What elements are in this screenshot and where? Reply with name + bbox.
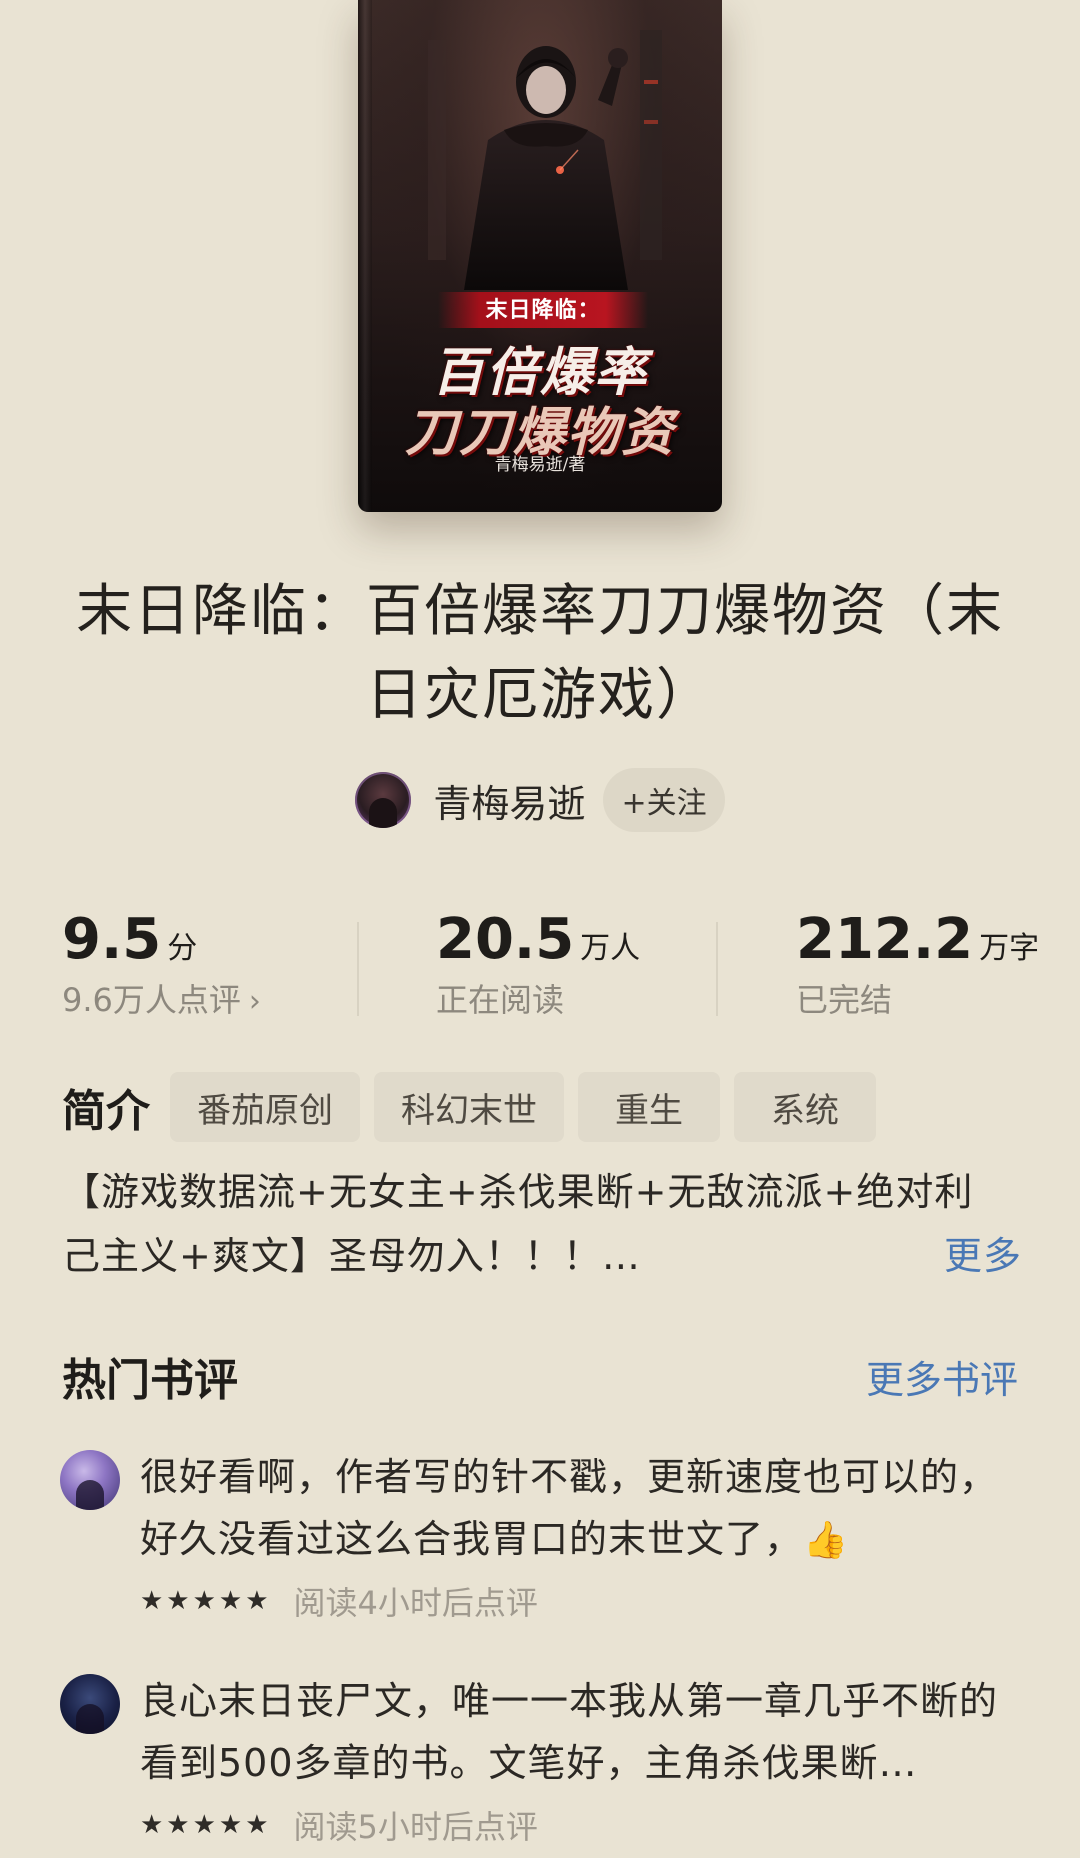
words-stat: 212.2 万字 已完结 [796,908,1039,1020]
review-text: 很好看啊，作者写的针不戳，更新速度也可以的，好久没看过这么合我胃口的末世文了， [140,1455,999,1561]
follow-button[interactable]: +关注 [603,768,725,832]
words-unit: 万字 [979,931,1040,966]
cover-artwork: 末日降临： 百倍爆率 刀刀爆物资 青梅易逝/著 [358,0,722,512]
tag-chip[interactable]: 科幻末世 [374,1072,564,1142]
completion-status: 已完结 [796,981,893,1019]
rating-stat[interactable]: 9.5 分 9.6万人点评 › [62,908,261,1022]
star-rating-icons: ★★★★★ [140,1810,272,1840]
tag-chip[interactable]: 番茄原创 [170,1072,360,1142]
author-name[interactable]: 青梅易逝 [433,773,585,828]
intro-line-1: 【游戏数据流+无女主+杀伐果断+无敌流派+绝对利 [62,1170,974,1214]
intro-line-2: 己主义+爽文】圣母勿入！！！… [62,1234,641,1278]
intro-text[interactable]: 【游戏数据流+无女主+杀伐果断+无敌流派+绝对利 己主义+爽文】圣母勿入！！！…… [62,1160,1022,1288]
more-reviews-link[interactable]: 更多书评 [866,1349,1018,1404]
stat-divider [357,922,359,1016]
cover-figure-illustration [428,30,662,290]
book-cover[interactable]: 末日降临： 百倍爆率 刀刀爆物资 青梅易逝/著 [358,0,722,512]
star-rating-icons: ★★★★★ [140,1586,272,1616]
chevron-right-icon: › [248,984,261,1019]
cover-author-credit: 青梅易逝/著 [494,455,586,475]
author-avatar[interactable] [355,772,412,828]
words-value: 212.2 [796,907,974,972]
stat-divider [716,922,718,1016]
book-title: 末日降临：百倍爆率刀刀爆物资（末日灾厄游戏） [76,579,1004,728]
review-text: 良心末日丧尸文，唯一一本我从第一章几乎不断的看到500多章的书。文笔好，主角杀伐… [140,1679,999,1785]
intro-more-link[interactable]: 更多 [944,1224,1022,1288]
book-detail-page: 末日降临： 百倍爆率 刀刀爆物资 青梅易逝/著 末日降临：百倍爆率刀刀爆物资（末… [0,0,1080,1858]
intro-label: 简介 [62,1086,150,1137]
book-stats: 9.5 分 9.6万人点评 › 20.5 万人 正在阅读 212.2 万字 已完结 [0,908,1080,1028]
review-meta: 阅读5小时后点评 [293,1808,538,1846]
readers-stat: 20.5 万人 正在阅读 [436,908,640,1020]
rating-value: 9.5 [62,907,162,972]
readers-label: 正在阅读 [436,981,565,1019]
reviewer-avatar[interactable] [60,1674,120,1734]
cover-banner-text: 末日降临： [438,292,648,328]
reviewer-avatar[interactable] [60,1450,120,1510]
readers-value: 20.5 [436,907,575,972]
tag-chip[interactable]: 重生 [578,1072,720,1142]
readers-unit: 万人 [580,931,641,966]
thumbs-up-icon: 👍 [803,1520,849,1561]
rating-count: 9.6万人点评 [62,981,241,1019]
tag-chip[interactable]: 系统 [734,1072,876,1142]
reviews-header: 热门书评 更多书评 [62,1344,1018,1408]
intro-header: 简介 番茄原创 科幻末世 重生 系统 [62,1072,890,1142]
review-meta: 阅读4小时后点评 [293,1584,538,1622]
author-row: 青梅易逝 +关注 [0,768,1080,832]
reviews-title: 热门书评 [62,1355,238,1406]
rating-unit: 分 [167,931,198,966]
